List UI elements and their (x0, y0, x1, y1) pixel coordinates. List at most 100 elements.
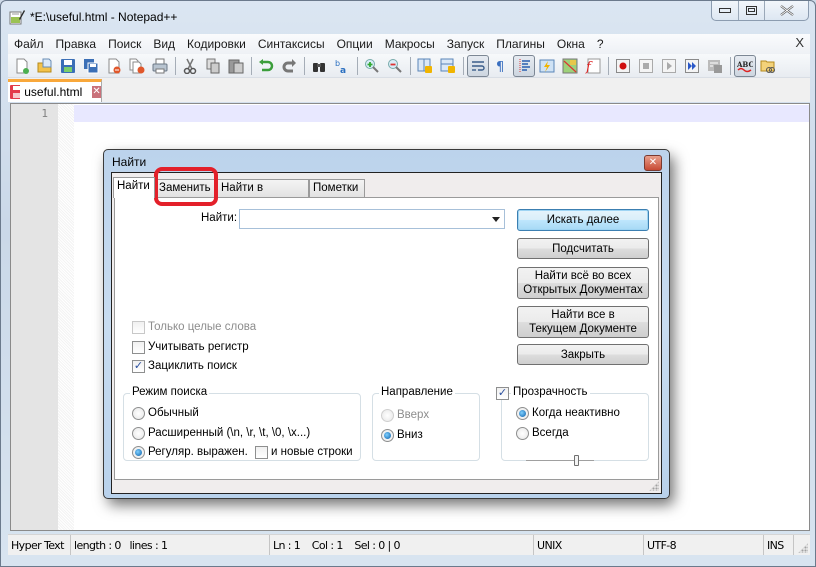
zoom-out-button[interactable] (384, 55, 406, 77)
zoom-in-button[interactable] (361, 55, 383, 77)
regex-mode-label: Регуляр. выражен. (148, 446, 248, 458)
menu-window[interactable]: Окна (551, 35, 591, 53)
paste-button[interactable] (225, 55, 247, 77)
transparency-slider-track[interactable] (526, 460, 594, 462)
copy-icon (206, 58, 220, 73)
search-mode-group: Режим поиска Обычный Расширенный (\n, \r… (123, 386, 361, 461)
sync-vertical-button[interactable] (414, 55, 436, 77)
menu-search[interactable]: Поиск (102, 35, 147, 53)
minimize-button[interactable] (712, 1, 739, 20)
sync-horizontal-button[interactable] (437, 55, 459, 77)
redo-icon (282, 58, 296, 72)
open-file-button[interactable] (34, 55, 56, 77)
redo-button[interactable] (278, 55, 300, 77)
tab-mark[interactable]: Пометки (309, 179, 365, 197)
find-next-button[interactable]: Искать далее (517, 209, 649, 231)
notepad-app-icon (9, 10, 25, 25)
print-icon (152, 58, 168, 73)
show-all-characters-button[interactable]: ¶ (490, 55, 512, 77)
indent-guide-icon (519, 58, 530, 73)
menu-plugins[interactable]: Плагины (490, 35, 551, 53)
menu-view[interactable]: Вид (147, 35, 181, 53)
word-wrap-button[interactable] (467, 54, 489, 77)
tab-find-in-files[interactable]: Найти в файлах (217, 179, 309, 210)
normal-mode-radio[interactable] (132, 407, 145, 420)
dialog-close-button[interactable]: ✕ (644, 155, 662, 171)
macro-play-button[interactable] (658, 55, 680, 77)
resize-grip[interactable] (798, 543, 808, 553)
extended-mode-radio[interactable] (132, 427, 145, 440)
undo-button[interactable] (255, 55, 277, 77)
direction-group: Направление Вверх Вниз (372, 386, 480, 461)
close-button[interactable] (103, 55, 125, 77)
close-document-menu-button[interactable]: X (795, 35, 804, 50)
print-button[interactable] (149, 55, 171, 77)
transparency-always-radio[interactable] (516, 427, 529, 440)
folder-as-workspace-button[interactable] (757, 55, 779, 77)
record-icon (616, 58, 630, 73)
find-all-in-open-documents-button[interactable]: Найти всё во всех Открытых Документах (517, 267, 649, 299)
dropdown-arrow-icon[interactable] (492, 217, 500, 222)
dot-matches-newline-checkbox[interactable] (255, 446, 268, 459)
menu-macro[interactable]: Макросы (379, 35, 441, 53)
status-encoding: UTF-8 (644, 535, 764, 555)
cut-button[interactable] (179, 55, 201, 77)
macro-run-multiple-button[interactable] (681, 55, 703, 77)
transparency-slider-thumb[interactable] (574, 455, 579, 466)
sync-vertical-icon (417, 58, 432, 73)
transparency-checkbox[interactable]: ✓ (496, 387, 509, 400)
annotation-highlight-circle (154, 167, 218, 206)
close-window-button[interactable] (765, 1, 808, 20)
save-button[interactable] (57, 55, 79, 77)
macro-save-button[interactable] (704, 55, 726, 77)
close-all-button[interactable] (126, 55, 148, 77)
wrap-around-checkbox[interactable]: ✓ (132, 360, 145, 373)
match-case-checkbox[interactable] (132, 341, 145, 354)
direction-title: Направление (379, 386, 455, 398)
indent-guide-button[interactable] (513, 54, 535, 77)
menu-file[interactable]: Файл (8, 35, 50, 53)
direction-up-radio[interactable] (381, 409, 394, 422)
find-button[interactable] (308, 55, 330, 77)
toolbar-separator (463, 56, 464, 75)
count-button[interactable]: Подсчитать (517, 238, 649, 259)
menu-language[interactable]: Синтаксисы (252, 35, 331, 53)
dialog-resize-grip[interactable] (649, 481, 659, 491)
document-tab[interactable]: useful.html ✕ (8, 79, 102, 102)
tab-find[interactable]: Найти (113, 177, 155, 198)
regex-mode-radio[interactable] (132, 446, 145, 459)
new-file-button[interactable] (11, 55, 33, 77)
svg-text:¶: ¶ (496, 60, 504, 74)
maximize-button[interactable] (739, 1, 765, 20)
close-dialog-button[interactable]: Закрыть (517, 344, 649, 365)
menu-run[interactable]: Запуск (441, 35, 491, 53)
checkmark-icon: ✓ (133, 360, 144, 372)
document-map-button[interactable] (559, 55, 581, 77)
unsaved-file-icon (10, 85, 21, 99)
copy-button[interactable] (202, 55, 224, 77)
replace-button[interactable]: ba (331, 55, 353, 77)
line-number: 1 (41, 107, 48, 120)
document-tab-label: useful.html (24, 85, 83, 99)
search-mode-title: Режим поиска (130, 386, 210, 398)
transparency-on-lose-focus-radio[interactable] (516, 407, 529, 420)
menu-settings[interactable]: Опции (331, 35, 379, 53)
spell-check-button[interactable]: ABC (734, 54, 756, 77)
save-all-button[interactable] (80, 55, 102, 77)
macro-stop-button[interactable] (635, 55, 657, 77)
find-what-combobox[interactable] (239, 209, 505, 229)
svg-text:ABC: ABC (737, 60, 753, 69)
menu-edit[interactable]: Правка (50, 35, 103, 53)
macro-record-button[interactable] (612, 55, 634, 77)
whole-word-checkbox[interactable] (132, 321, 145, 334)
play-icon (662, 58, 676, 73)
find-all-in-current-document-button[interactable]: Найти все в Текущем Документе (517, 306, 649, 338)
menu-help[interactable]: ? (591, 35, 610, 53)
tab-close-icon[interactable]: ✕ (92, 86, 101, 98)
user-defined-language-button[interactable] (536, 55, 558, 77)
direction-down-radio[interactable] (381, 429, 394, 442)
status-eol[interactable]: UNIX (534, 535, 644, 555)
menu-encoding[interactable]: Кодировки (181, 35, 252, 53)
function-list-button[interactable]: f (582, 55, 604, 77)
udl-icon (539, 59, 555, 72)
